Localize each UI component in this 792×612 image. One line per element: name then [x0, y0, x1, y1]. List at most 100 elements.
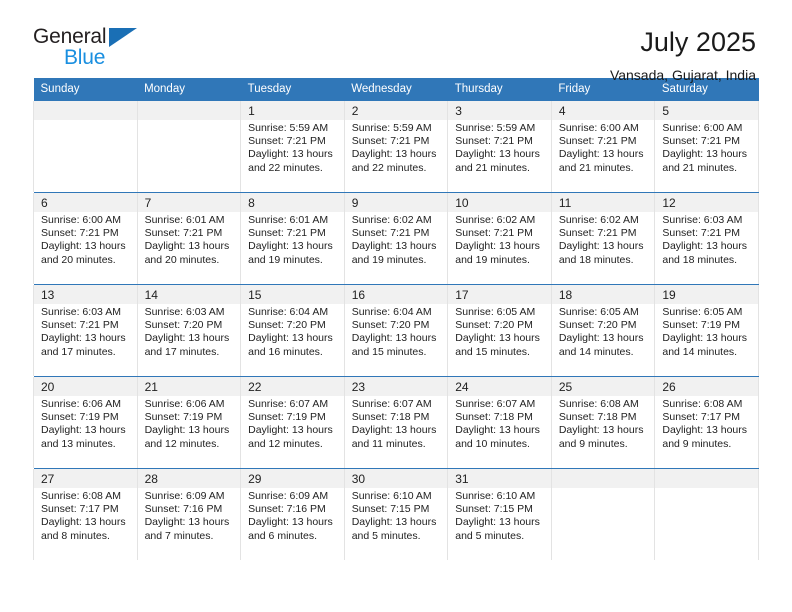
- daylight-text-cont: and 8 minutes.: [41, 529, 110, 542]
- day-cell[interactable]: Sunrise: 6:07 AM Sunset: 7:19 PM Daylight:…: [240, 396, 345, 468]
- day-cell[interactable]: Sunrise: 6:05 AM Sunset: 7:20 PM Daylight:…: [447, 304, 552, 376]
- day-number-empty: [33, 101, 138, 120]
- day-cell[interactable]: Sunrise: 6:08 AM Sunset: 7:17 PM Daylight:…: [654, 396, 759, 468]
- sunrise-text: Sunrise: 6:05 AM: [455, 306, 536, 318]
- day-number[interactable]: 18: [550, 285, 656, 304]
- day-number[interactable]: 11: [550, 193, 656, 212]
- day-number[interactable]: 22: [240, 377, 345, 396]
- day-cell[interactable]: Sunrise: 6:01 AM Sunset: 7:21 PM Daylight:…: [240, 212, 345, 284]
- day-number[interactable]: 1: [240, 101, 345, 120]
- day-number[interactable]: 17: [447, 285, 552, 304]
- day-number[interactable]: 23: [343, 377, 449, 396]
- daylight-text-cont: and 17 minutes.: [144, 345, 220, 358]
- day-cell[interactable]: Sunrise: 6:09 AM Sunset: 7:16 PM Daylight:…: [240, 488, 345, 560]
- week-daynumber-row: 6 7 8 9 10 11 12: [33, 193, 759, 212]
- day-cell[interactable]: Sunrise: 6:02 AM Sunset: 7:21 PM Daylight:…: [447, 212, 552, 284]
- day-number[interactable]: 8: [240, 193, 345, 212]
- day-cell[interactable]: Sunrise: 6:08 AM Sunset: 7:17 PM Daylight:…: [33, 488, 138, 560]
- sunrise-text: Sunrise: 5:59 AM: [455, 122, 536, 134]
- day-cell[interactable]: Sunrise: 6:04 AM Sunset: 7:20 PM Daylight:…: [240, 304, 345, 376]
- day-number[interactable]: 25: [550, 377, 656, 396]
- sunset-text: Sunset: 7:21 PM: [351, 135, 430, 148]
- day-cell[interactable]: Sunrise: 6:10 AM Sunset: 7:15 PM Daylight:…: [343, 488, 449, 560]
- daylight-text: Daylight: 13 hours: [248, 240, 333, 253]
- logo-text-general: General: [33, 25, 107, 48]
- day-number[interactable]: 3: [447, 101, 552, 120]
- day-number[interactable]: 12: [654, 193, 759, 212]
- day-number[interactable]: 19: [654, 285, 759, 304]
- day-number[interactable]: 10: [447, 193, 552, 212]
- day-cell[interactable]: Sunrise: 6:03 AM Sunset: 7:21 PM Daylight:…: [654, 212, 759, 284]
- day-cell[interactable]: Sunrise: 6:05 AM Sunset: 7:19 PM Daylight:…: [654, 304, 759, 376]
- sunset-text: Sunset: 7:16 PM: [144, 503, 223, 516]
- day-number[interactable]: 13: [33, 285, 138, 304]
- day-cell[interactable]: Sunrise: 5:59 AM Sunset: 7:21 PM Daylight:…: [343, 120, 449, 192]
- sunrise-text: Sunrise: 6:09 AM: [248, 490, 329, 502]
- day-number[interactable]: 14: [136, 285, 242, 304]
- sunset-text: Sunset: 7:21 PM: [248, 135, 326, 148]
- day-cell[interactable]: Sunrise: 6:00 AM Sunset: 7:21 PM Daylight:…: [654, 120, 759, 192]
- day-number[interactable]: 20: [33, 377, 138, 396]
- sunrise-text: Sunrise: 6:04 AM: [351, 306, 432, 318]
- sunset-text: Sunset: 7:21 PM: [662, 227, 741, 240]
- daylight-text: [41, 148, 131, 161]
- day-cell[interactable]: Sunrise: 6:02 AM Sunset: 7:21 PM Daylight:…: [343, 212, 449, 284]
- page-header: General Blue July 2025 Vansada, Gujarat,…: [0, 0, 792, 83]
- sunset-text: Sunset: 7:20 PM: [558, 319, 637, 332]
- day-cell[interactable]: Sunrise: 6:00 AM Sunset: 7:21 PM Daylight:…: [550, 120, 656, 192]
- logo-text-blue: Blue: [64, 46, 106, 69]
- day-cell[interactable]: Sunrise: 6:04 AM Sunset: 7:20 PM Daylight:…: [343, 304, 449, 376]
- daylight-text-cont: and 15 minutes.: [351, 345, 427, 358]
- day-cell[interactable]: Sunrise: 6:05 AM Sunset: 7:20 PM Daylight:…: [550, 304, 656, 376]
- sunrise-text: Sunrise: 6:06 AM: [41, 398, 121, 410]
- day-cell[interactable]: Sunrise: 5:59 AM Sunset: 7:21 PM Daylight:…: [447, 120, 552, 192]
- day-cell[interactable]: Sunrise: 6:08 AM Sunset: 7:18 PM Daylight:…: [550, 396, 656, 468]
- daylight-text: Daylight: 13 hours: [144, 516, 230, 529]
- day-number[interactable]: 5: [654, 101, 759, 120]
- general-blue-logo[interactable]: General Blue: [33, 26, 145, 72]
- day-cell[interactable]: Sunrise: 6:02 AM Sunset: 7:21 PM Daylight:…: [550, 212, 656, 284]
- sunrise-text: Sunrise: 6:08 AM: [662, 398, 743, 410]
- daylight-text: [662, 516, 752, 529]
- daylight-text: Daylight: 13 hours: [41, 424, 126, 437]
- day-cell[interactable]: Sunrise: 6:10 AM Sunset: 7:15 PM Daylight:…: [447, 488, 552, 560]
- day-cell[interactable]: Sunrise: 6:03 AM Sunset: 7:21 PM Daylight:…: [33, 304, 138, 376]
- day-number[interactable]: 29: [240, 469, 345, 488]
- day-cell[interactable]: Sunrise: 6:00 AM Sunset: 7:21 PM Daylight:…: [33, 212, 138, 284]
- day-number[interactable]: 4: [550, 101, 656, 120]
- day-cell[interactable]: Sunrise: 6:07 AM Sunset: 7:18 PM Daylight:…: [447, 396, 552, 468]
- day-cell[interactable]: Sunrise: 6:09 AM Sunset: 7:16 PM Daylight:…: [136, 488, 242, 560]
- day-number[interactable]: 16: [343, 285, 449, 304]
- day-number[interactable]: 15: [240, 285, 345, 304]
- day-cell[interactable]: Sunrise: 6:06 AM Sunset: 7:19 PM Daylight:…: [33, 396, 138, 468]
- day-number[interactable]: 21: [136, 377, 242, 396]
- day-cell-empty: [550, 488, 656, 560]
- daylight-text-cont: and 5 minutes.: [455, 529, 525, 542]
- day-cell[interactable]: Sunrise: 6:03 AM Sunset: 7:20 PM Daylight:…: [136, 304, 242, 376]
- daylight-text-cont: [559, 530, 649, 543]
- day-cell[interactable]: Sunrise: 6:07 AM Sunset: 7:18 PM Daylight:…: [343, 396, 449, 468]
- daylight-text: Daylight: 13 hours: [248, 424, 333, 437]
- day-cell[interactable]: Sunrise: 5:59 AM Sunset: 7:21 PM Daylight:…: [240, 120, 345, 192]
- sunrise-text: Sunrise: 6:07 AM: [248, 398, 329, 410]
- day-cell[interactable]: Sunrise: 6:01 AM Sunset: 7:21 PM Daylight:…: [136, 212, 242, 284]
- day-cell-empty: [33, 120, 138, 192]
- day-number[interactable]: 7: [136, 193, 242, 212]
- daylight-text: Daylight: 13 hours: [144, 332, 230, 345]
- day-number[interactable]: 9: [343, 193, 449, 212]
- daylight-text-cont: [41, 162, 131, 175]
- day-number[interactable]: 6: [33, 193, 138, 212]
- day-number[interactable]: 2: [343, 101, 449, 120]
- day-number[interactable]: 27: [33, 469, 138, 488]
- daylight-text: Daylight: 13 hours: [455, 332, 540, 345]
- day-number[interactable]: 30: [343, 469, 449, 488]
- day-number[interactable]: 26: [654, 377, 759, 396]
- day-number[interactable]: 24: [447, 377, 552, 396]
- sunrise-text: Sunrise: 6:08 AM: [558, 398, 639, 410]
- day-number[interactable]: 31: [447, 469, 552, 488]
- daylight-text: Daylight: 13 hours: [41, 240, 126, 253]
- day-number[interactable]: 28: [136, 469, 242, 488]
- day-cell[interactable]: Sunrise: 6:06 AM Sunset: 7:19 PM Daylight:…: [136, 396, 242, 468]
- sunrise-text: Sunrise: 6:07 AM: [455, 398, 536, 410]
- daylight-text-cont: and 18 minutes.: [558, 253, 634, 266]
